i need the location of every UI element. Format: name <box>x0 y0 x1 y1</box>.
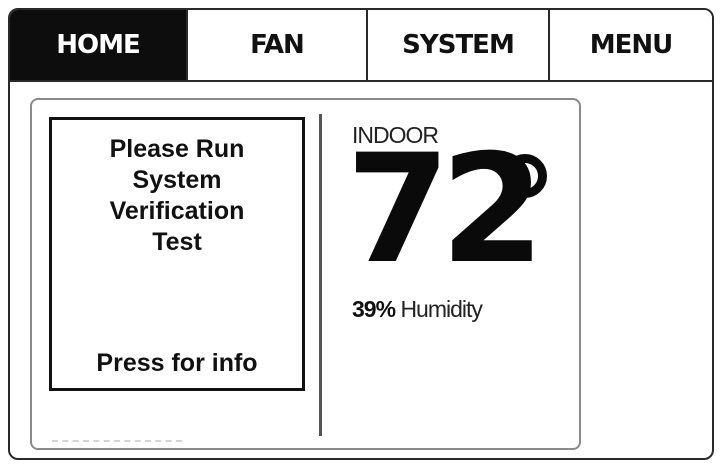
panel-divider <box>319 114 322 436</box>
degree-icon <box>503 154 547 198</box>
thermostat-screen: HOME FAN SYSTEM MENU Please Run System V… <box>8 8 714 460</box>
tab-menu[interactable]: MENU <box>550 10 712 80</box>
tab-home[interactable]: HOME <box>10 10 188 80</box>
verification-message-button[interactable]: Please Run System Verification Test Pres… <box>49 117 305 391</box>
home-panel: Please Run System Verification Test Pres… <box>30 98 581 450</box>
tab-fan[interactable]: FAN <box>188 10 368 80</box>
verification-message-text: Please Run System Verification Test <box>109 135 245 256</box>
faint-divider <box>52 440 182 442</box>
tab-system[interactable]: SYSTEM <box>368 10 550 80</box>
press-for-info-label: Press for info <box>96 349 258 377</box>
humidity-value: 39% <box>352 296 396 322</box>
humidity-label: Humidity <box>400 296 482 322</box>
tab-bar: HOME FAN SYSTEM MENU <box>10 10 712 82</box>
indoor-temperature: 72 <box>346 123 545 297</box>
humidity-readout: 39% Humidity <box>352 296 483 323</box>
